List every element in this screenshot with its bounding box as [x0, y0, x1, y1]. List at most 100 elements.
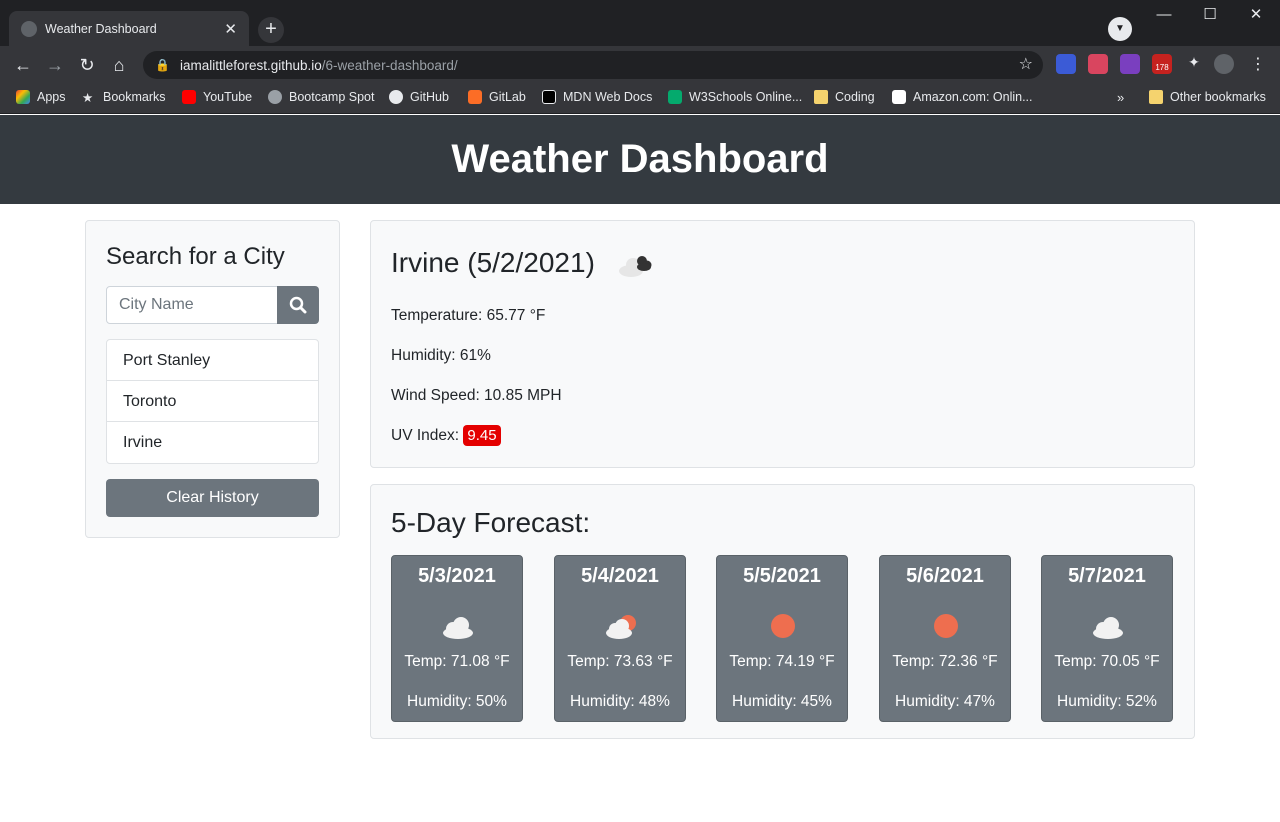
bookmark-label: W3Schools Online...	[689, 90, 803, 104]
forecast-humidity: Humidity: 47%	[895, 693, 995, 710]
forecast-date: 5/6/2021	[906, 565, 984, 587]
github-icon	[389, 90, 403, 104]
home-icon[interactable]: ⌂	[106, 52, 132, 78]
forecast-humidity: Humidity: 45%	[732, 693, 832, 710]
broken-clouds-icon	[619, 256, 652, 277]
bookmark-label: Coding	[835, 90, 875, 104]
forecast-temp: Temp: 73.63 °F	[567, 653, 673, 670]
bookmark-youtube[interactable]: YouTube	[182, 90, 252, 104]
search-button[interactable]	[277, 286, 319, 324]
globe-icon	[268, 90, 282, 104]
mdn-icon	[542, 90, 556, 104]
forecast-day-card: 5/3/2021 Temp: 71.08 °F Humidity: 50%	[391, 555, 523, 722]
search-heading: Search for a City	[106, 243, 285, 270]
extension-icon-2[interactable]	[1088, 54, 1108, 74]
url-path: /6-weather-dashboard/	[321, 57, 458, 73]
city-search-input[interactable]	[106, 286, 278, 324]
current-temperature: Temperature: 65.77 °F	[391, 307, 546, 324]
close-tab-icon[interactable]: ✕	[224, 20, 237, 38]
history-item[interactable]: Irvine	[107, 422, 318, 463]
url-host: iamalittleforest.github.io	[179, 57, 322, 73]
forecast-humidity: Humidity: 48%	[570, 693, 670, 710]
amazon-icon	[892, 90, 906, 104]
clear-history-button[interactable]: Clear History	[106, 479, 319, 517]
forecast-temp: Temp: 70.05 °F	[1054, 653, 1160, 670]
uv-label: UV Index:	[391, 427, 464, 444]
folder-icon	[1149, 90, 1163, 104]
bookmark-label: Apps	[37, 90, 66, 104]
reload-icon[interactable]: ↻	[74, 52, 100, 78]
folder-icon	[814, 90, 828, 104]
gmail-extension-icon[interactable]: 178	[1152, 54, 1172, 74]
extension-icon-1[interactable]	[1056, 54, 1076, 74]
avatar[interactable]	[1214, 54, 1234, 74]
new-tab-button[interactable]: +	[258, 17, 284, 43]
bookmark-amazon[interactable]: Amazon.com: Onlin...	[892, 90, 1033, 104]
forecast-temp: Temp: 74.19 °F	[729, 653, 835, 670]
sun-icon	[771, 614, 795, 638]
bookmark-w3schools[interactable]: W3Schools Online...	[668, 90, 802, 104]
site-header: Weather Dashboard	[0, 115, 1280, 204]
bookmark-label: YouTube	[203, 90, 253, 104]
bookmark-label: GitHub	[410, 90, 449, 104]
forward-arrow-icon[interactable]: →	[42, 52, 68, 78]
forecast-date: 5/3/2021	[418, 565, 496, 587]
bookmark-label: Bookmarks	[103, 90, 166, 104]
forecast-day-card: 5/7/2021 Temp: 70.05 °F Humidity: 52%	[1041, 555, 1173, 722]
apps-grid-icon	[16, 90, 30, 104]
address-bar[interactable]: 🔒 iamalittleforest.github.io/6-weather-d…	[143, 51, 1043, 79]
sun-icon	[934, 614, 958, 638]
w3schools-icon	[668, 90, 682, 104]
browser-tabstrip: Weather Dashboard ✕ + ▼ — ☐ ✕	[0, 0, 1280, 46]
forecast-day-card: 5/4/2021 Temp: 73.63 °F Humidity: 48%	[554, 555, 686, 722]
maximize-icon[interactable]: ☐	[1187, 0, 1233, 32]
star-icon: ★	[82, 91, 94, 105]
bookmark-apps[interactable]: Apps	[16, 90, 66, 104]
bookmark-mdn[interactable]: MDN Web Docs	[542, 90, 652, 104]
history-item[interactable]: Toronto	[107, 381, 318, 422]
bookmark-github[interactable]: GitHub	[389, 90, 449, 104]
gitlab-icon	[468, 90, 482, 104]
bookmark-coding[interactable]: Coding	[814, 90, 875, 104]
bookmark-gitlab[interactable]: GitLab	[468, 90, 526, 104]
back-arrow-icon[interactable]: ←	[10, 52, 36, 78]
tab-title: Weather Dashboard	[45, 21, 157, 36]
uv-badge: 9.45	[463, 425, 501, 446]
bookmark-bootcamp-spot[interactable]: Bootcamp Spot	[268, 90, 374, 104]
forecast-date: 5/4/2021	[581, 565, 659, 587]
current-uv-index: UV Index: 9.45	[391, 425, 501, 446]
minimize-icon[interactable]: —	[1141, 0, 1187, 32]
forecast-temp: Temp: 71.08 °F	[404, 653, 510, 670]
bookmark-label: Bootcamp Spot	[289, 90, 375, 104]
puzzle-icon[interactable]: ✦	[1184, 54, 1204, 74]
forecast-date: 5/5/2021	[743, 565, 821, 587]
forecast-heading: 5-Day Forecast:	[391, 507, 591, 538]
extension-badge: 178	[1155, 63, 1169, 72]
cloud-icon	[443, 617, 473, 639]
extension-icon-3[interactable]	[1120, 54, 1140, 74]
bookmark-label: Amazon.com: Onlin...	[913, 90, 1033, 104]
forecast-section: 5-Day Forecast: 5/3/2021 Temp: 71.08 °F …	[370, 484, 1195, 739]
browser-tab[interactable]: Weather Dashboard ✕	[9, 11, 249, 46]
search-history-list: Port Stanley Toronto Irvine	[106, 339, 319, 464]
menu-dots-icon[interactable]: ⋮	[1250, 54, 1266, 74]
search-sidebar: Search for a City Port Stanley Toronto I…	[85, 220, 340, 538]
search-icon	[289, 296, 307, 314]
tab-search-button[interactable]: ▼	[1108, 17, 1132, 41]
cloud-icon	[1093, 617, 1123, 639]
youtube-icon	[182, 90, 196, 104]
history-item[interactable]: Port Stanley	[107, 340, 318, 381]
partly-cloudy-icon	[606, 615, 636, 639]
bookmark-label: GitLab	[489, 90, 526, 104]
forecast-day-card: 5/6/2021 Temp: 72.36 °F Humidity: 47%	[879, 555, 1011, 722]
window-close-icon[interactable]: ✕	[1233, 0, 1279, 32]
forecast-temp: Temp: 72.36 °F	[892, 653, 998, 670]
bookmark-bookmarks[interactable]: ★ Bookmarks	[82, 90, 166, 105]
forecast-humidity: Humidity: 52%	[1057, 693, 1157, 710]
bookmark-other[interactable]: Other bookmarks	[1149, 90, 1266, 104]
lock-icon: 🔒	[155, 58, 170, 72]
more-bookmarks-button[interactable]: »	[1117, 90, 1124, 105]
bookmark-star-icon[interactable]: ☆	[1019, 54, 1033, 74]
forecast-day-card: 5/5/2021 Temp: 74.19 °F Humidity: 45%	[716, 555, 848, 722]
current-weather-card: Irvine (5/2/2021) Temperature: 65.77 °F …	[370, 220, 1195, 468]
